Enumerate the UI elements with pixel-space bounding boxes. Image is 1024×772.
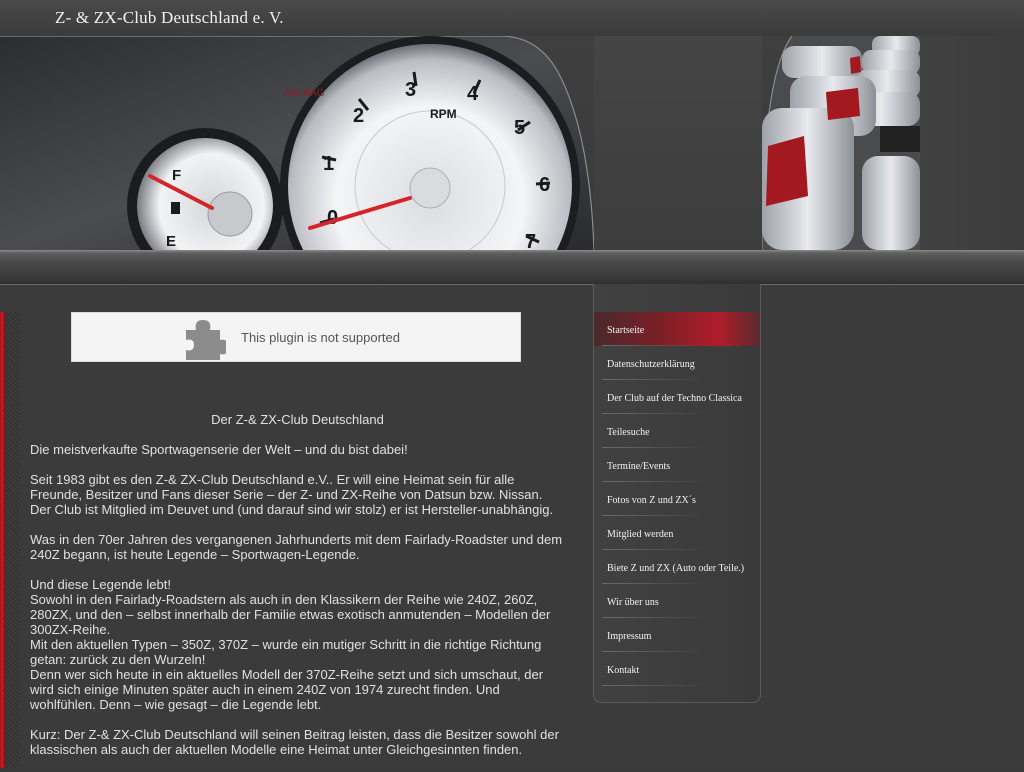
airbag-label: AIR BAG (284, 88, 325, 99)
article-paragraph: Seit 1983 gibt es den Z-& ZX-Club Deutsc… (30, 472, 554, 517)
nav-item-techno-classica[interactable]: Der Club auf der Techno Classica (594, 380, 760, 414)
nav-item-wir-ueber-uns[interactable]: Wir über uns (594, 584, 760, 618)
fuel-empty-label: E (166, 233, 176, 250)
nav-item-mitglied-werden[interactable]: Mitglied werden (594, 516, 760, 550)
nav-item-datenschutz[interactable]: Datenschutzerklärung (594, 346, 760, 380)
nav-item-kontakt[interactable]: Kontakt (594, 652, 760, 686)
article-heading: Der Z-& ZX-Club Deutschland (211, 412, 384, 427)
nav-item-termine[interactable]: Termine/Events (594, 448, 760, 482)
unsupported-plugin-placeholder: This plugin is not supported (71, 312, 521, 362)
nav-item-impressum[interactable]: Impressum (594, 618, 760, 652)
hatch-pattern (5, 312, 19, 768)
site-title: Z- & ZX-Club Deutschland e. V. (55, 8, 284, 27)
gauge-number: 7 (525, 231, 536, 250)
article-paragraph: Kurz: Der Z-& ZX-Club Deutschland will s… (30, 727, 559, 757)
fuel-full-label: F (172, 167, 181, 184)
top-bar: Z- & ZX-Club Deutschland e. V. (0, 0, 1024, 36)
sidebar-navigation: Startseite Datenschutzerklärung Der Club… (593, 284, 761, 703)
dashboard-gauges-image: 0 1 2 3 4 5 6 7 RPM F E AIR BAG (0, 36, 594, 250)
nav-item-fotos[interactable]: Fotos von Z und ZX´s (594, 482, 760, 516)
gauge-number: 2 (353, 105, 364, 127)
article-paragraph: Was in den 70er Jahren des vergangenen J… (30, 532, 563, 562)
nav-item-label: Kontakt (607, 665, 640, 676)
nav-item-label: Termine/Events (607, 461, 671, 472)
nav-item-label: Fotos von Z und ZX´s (607, 495, 696, 506)
nav-item-label: Teilesuche (607, 427, 650, 438)
header-divider-bar (0, 250, 1024, 285)
nav-item-label: Impressum (607, 631, 652, 642)
header-spacer-right (920, 36, 1024, 250)
nav-item-biete[interactable]: Biete Z und ZX (Auto oder Teile.) (594, 550, 760, 584)
article-paragraph: Und diese Legende lebt! Sowohl in den Fa… (30, 577, 551, 712)
gauge-number: 3 (405, 79, 416, 101)
gauge-number: 1 (323, 153, 334, 175)
puzzle-piece-icon (186, 320, 226, 360)
nav-item-label: Der Club auf der Techno Classica (607, 393, 742, 404)
plugin-message: This plugin is not supported (241, 330, 400, 345)
article-paragraph: Die meistverkaufte Sportwagenserie der W… (30, 442, 408, 457)
header-spacer (594, 36, 762, 250)
nav-item-label: Datenschutzerklärung (607, 359, 695, 370)
gauge-number: 6 (539, 174, 550, 196)
nav-item-label: Biete Z und ZX (Auto oder Teile.) (607, 563, 745, 574)
gauge-number: 4 (467, 83, 479, 105)
nav-item-teilesuche[interactable]: Teilesuche (594, 414, 760, 448)
nav-item-startseite[interactable]: Startseite (594, 312, 760, 346)
gauge-number: 5 (514, 117, 525, 139)
nav-item-label: Startseite (607, 325, 645, 336)
article-content: Der Z-& ZX-Club Deutschland Die meistver… (30, 411, 565, 772)
parked-cars-image (762, 36, 920, 250)
rpm-label: RPM (430, 107, 457, 121)
nav-item-label: Wir über uns (607, 597, 659, 608)
nav-item-label: Mitglied werden (607, 529, 674, 540)
